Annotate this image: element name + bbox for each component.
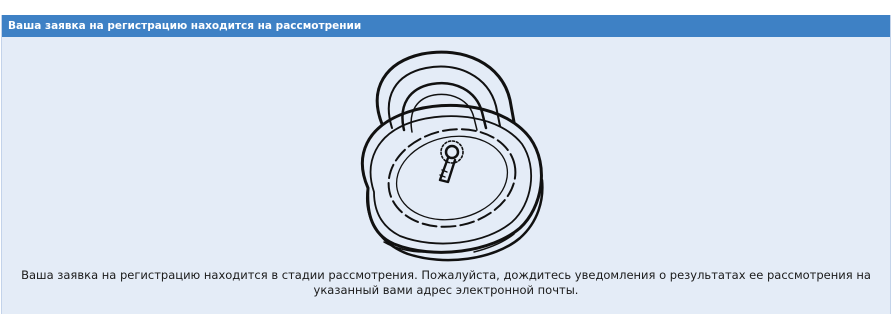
padlock-icon [360,50,544,262]
registration-status-panel: Ваша заявка на регистрацию находится на … [1,15,891,314]
status-message: Ваша заявка на регистрацию находится в с… [21,268,871,297]
panel-title: Ваша заявка на регистрацию находится на … [2,15,890,37]
